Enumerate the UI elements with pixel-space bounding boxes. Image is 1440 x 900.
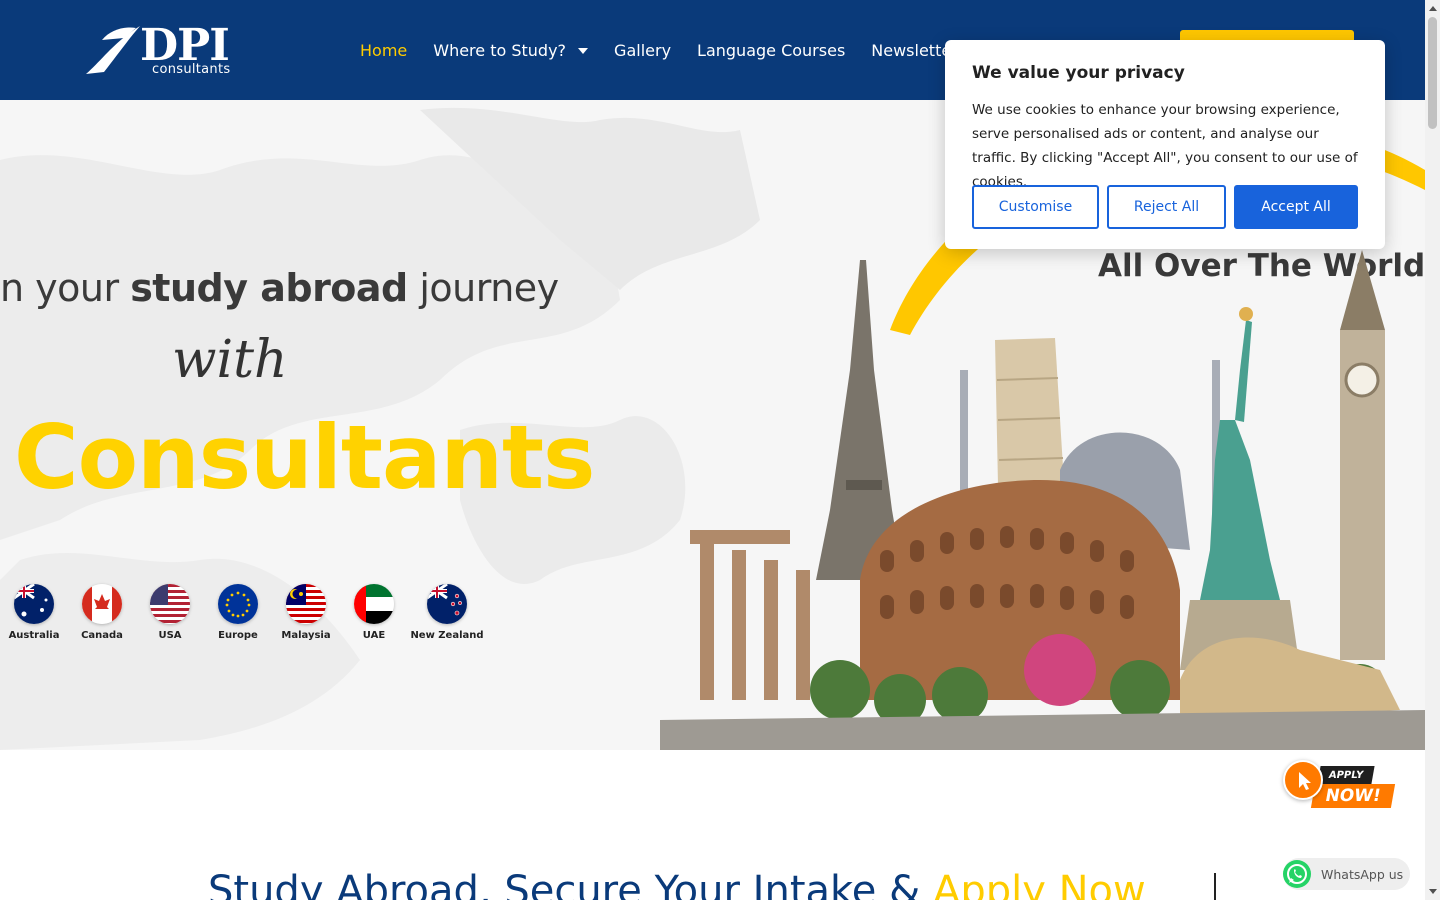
flag-label: New Zealand [410,630,484,641]
scrollbar-thumb[interactable] [1428,17,1437,129]
nav-language-courses[interactable]: Language Courses [697,41,845,60]
accept-all-button[interactable]: Accept All [1234,185,1358,229]
cookie-consent-dialog: We value your privacy We use cookies to … [945,40,1385,249]
text-cursor [1214,873,1216,900]
hero-with-script: with [172,330,288,390]
whatsapp-label: WhatsApp us [1321,866,1404,882]
intake-heading: Study Abroad, Secure Your Intake & Apply… [208,868,1146,900]
apply-badge-bottom: NOW! [1310,784,1396,808]
logo-sub-text: consultants [152,62,231,77]
flag-label: USA [158,630,182,641]
canada-flag-icon [82,584,122,624]
hero-tagline-post: journey [407,266,559,310]
customise-button[interactable]: Customise [972,185,1099,229]
page-scrollbar[interactable] [1425,0,1440,900]
whatsapp-icon [1283,860,1311,888]
cookie-title: We value your privacy [972,63,1185,83]
scroll-up-arrow-icon[interactable] [1429,6,1437,11]
reject-all-button[interactable]: Reject All [1107,185,1226,229]
whatsapp-chat-button[interactable]: WhatsApp us [1283,858,1410,890]
intake-heading-highlight: Apply Now [932,868,1146,900]
country-flags: Australia Canada USA Europe Malaysia UAE… [0,584,486,641]
new-zealand-flag-icon [427,584,467,624]
usa-flag-icon [150,584,190,624]
cookie-description: We use cookies to enhance your browsing … [972,102,1358,190]
intake-section: Study Abroad, Secure Your Intake & Apply… [0,750,1425,900]
flag-item-new-zealand[interactable]: New Zealand [408,584,486,641]
scroll-down-arrow-icon[interactable] [1429,889,1437,894]
flag-item-australia[interactable]: Australia [0,584,68,641]
flag-item-malaysia[interactable]: Malaysia [272,584,340,641]
hero-tagline: n your study abroad journey [0,266,559,310]
flag-label: Australia [8,630,60,641]
intake-heading-main: Study Abroad, Secure Your Intake & [208,868,933,900]
australia-flag-icon [14,584,54,624]
hero-tagline-pre: n your [0,266,131,310]
malaysia-flag-icon [286,584,326,624]
hero-tagline-bold: study abroad [130,266,408,310]
uae-flag-icon [354,584,394,624]
flag-label: Europe [218,630,258,641]
chevron-down-icon [578,48,589,54]
nav-where-to-study-label: Where to Study? [433,40,567,60]
flag-item-usa[interactable]: USA [136,584,204,641]
plane-swoosh-icon [86,26,140,74]
main-nav: Home Where to Study? Gallery Language Co… [360,38,984,62]
cursor-pointer-icon [1283,760,1323,800]
europe-flag-icon [218,584,258,624]
dpi-logo[interactable]: DPI consultants [84,20,254,80]
hero-brand-word: Consultants [14,406,595,509]
nav-home-label: Home [360,40,408,60]
flag-item-europe[interactable]: Europe [204,584,272,641]
nav-language-courses-label: Language Courses [697,40,846,60]
flag-label: Malaysia [281,630,331,641]
nav-gallery[interactable]: Gallery [614,41,671,60]
nav-where-to-study[interactable]: Where to Study? [433,40,589,60]
apply-badge-top: APPLY [1317,766,1375,784]
nav-gallery-label: Gallery [614,40,672,60]
flag-item-canada[interactable]: Canada [68,584,136,641]
flag-label: UAE [362,630,386,641]
flag-label: Canada [81,630,123,641]
world-landmarks-illustration [660,250,1425,750]
flag-item-uae[interactable]: UAE [340,584,408,641]
apply-now-badge[interactable]: APPLY NOW! [1283,758,1398,812]
nav-home[interactable]: Home [360,41,407,60]
